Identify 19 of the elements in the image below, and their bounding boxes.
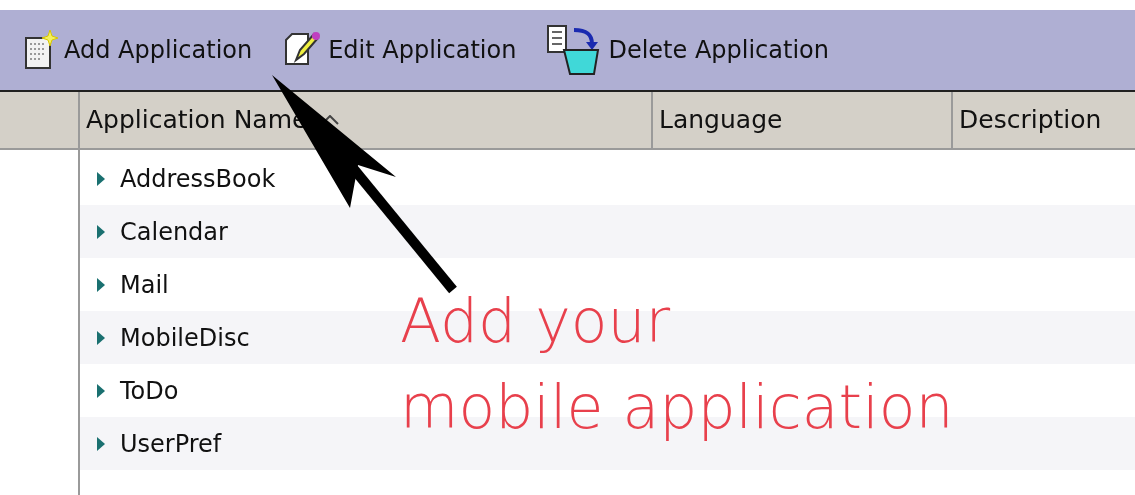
expand-arrow-icon	[96, 170, 106, 187]
expand-arrow-icon	[96, 382, 106, 399]
column-header[interactable]: Description	[953, 92, 1135, 148]
tree-item[interactable]: Mail	[96, 266, 169, 303]
toolbar-button[interactable]: Edit Application	[282, 30, 517, 70]
tree-item[interactable]: AddressBook	[96, 160, 276, 197]
expand-arrow-icon	[96, 276, 106, 293]
expand-arrow-icon	[96, 223, 106, 240]
column-header[interactable]: Language	[653, 92, 953, 148]
expand-arrow-icon	[96, 329, 106, 346]
tree-item[interactable]: Calendar	[96, 213, 228, 250]
annotation-text: Add your mobile application	[400, 285, 954, 444]
new-document-icon	[24, 28, 58, 72]
toolbar-button[interactable]: Delete Application	[546, 24, 829, 76]
expand-arrow-icon	[96, 435, 106, 452]
tree-item[interactable]: MobileDisc	[96, 319, 250, 356]
tree-item[interactable]: ToDo	[96, 372, 179, 409]
tree-item[interactable]: UserPref	[96, 425, 222, 462]
toolbar-button[interactable]: Add Application	[24, 28, 253, 72]
